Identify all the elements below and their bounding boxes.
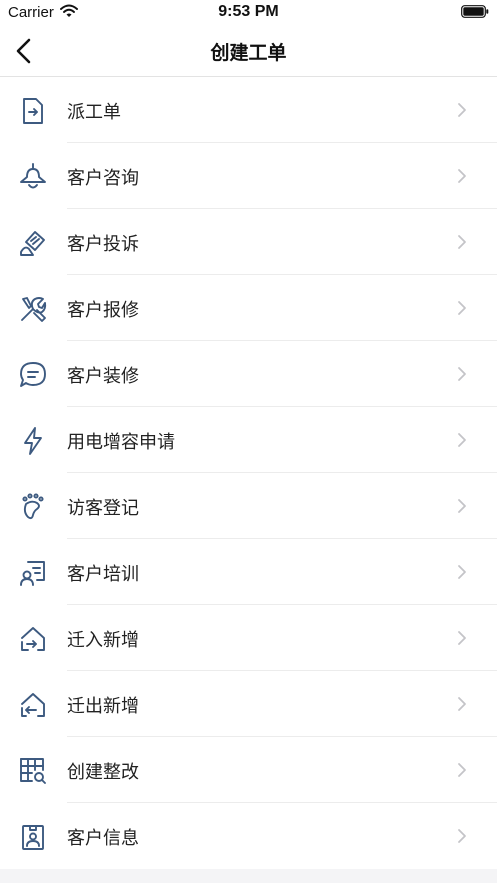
menu-item-label: 客户投诉 [67, 234, 139, 255]
battery-icon [461, 5, 489, 18]
chevron-right-icon [458, 235, 466, 249]
chevron-right-icon [458, 565, 466, 579]
grid-search-icon [20, 758, 46, 784]
chevron-right-icon [458, 367, 466, 381]
menu-item-customer-complaint[interactable]: 客户投诉 [0, 209, 497, 275]
file-arrow-icon [23, 98, 43, 124]
menu-item-label: 客户培训 [67, 564, 139, 585]
menu-item-visitor-registration[interactable]: 访客登记 [0, 473, 497, 539]
chevron-right-icon [458, 829, 466, 843]
menu-item-label: 客户咨询 [67, 168, 139, 189]
work-order-menu: 派工单 客户咨询 客户投诉 客户报修 客户装修 用电增容申请 访客登记 客户培训… [0, 77, 497, 869]
training-icon [20, 561, 45, 586]
menu-item-move-out[interactable]: 迁出新增 [0, 671, 497, 737]
menu-item-customer-info[interactable]: 客户信息 [0, 803, 497, 869]
complaint-icon [20, 231, 45, 256]
status-time: 9:53 PM [218, 3, 279, 20]
badge-icon [22, 825, 44, 850]
status-bar: Carrier 9:53 PM [0, 0, 497, 26]
bell-icon [20, 163, 46, 189]
chevron-right-icon [458, 763, 466, 777]
menu-item-label: 访客登记 [67, 498, 139, 519]
menu-item-label: 派工单 [67, 102, 121, 123]
chevron-right-icon [458, 499, 466, 513]
move-in-icon [21, 627, 45, 651]
menu-item-dispatch-order[interactable]: 派工单 [0, 77, 497, 143]
chevron-right-icon [458, 301, 466, 315]
chevron-right-icon [458, 103, 466, 117]
menu-item-label: 创建整改 [67, 762, 139, 783]
chevron-right-icon [458, 433, 466, 447]
menu-item-label: 用电增容申请 [67, 432, 175, 453]
page-title: 创建工单 [210, 42, 287, 64]
menu-item-customer-training[interactable]: 客户培训 [0, 539, 497, 605]
menu-item-power-capacity[interactable]: 用电增容申请 [0, 407, 497, 473]
menu-item-label: 迁入新增 [67, 630, 139, 651]
chevron-right-icon [458, 169, 466, 183]
move-out-icon [21, 693, 45, 717]
lightning-icon [24, 427, 42, 455]
menu-item-label: 客户报修 [67, 300, 139, 321]
menu-item-label: 迁出新增 [67, 696, 139, 717]
menu-item-move-in[interactable]: 迁入新增 [0, 605, 497, 671]
menu-item-label: 客户装修 [67, 366, 139, 387]
tools-icon [21, 297, 47, 322]
chevron-right-icon [458, 697, 466, 711]
chat-icon [20, 362, 46, 387]
menu-item-label: 客户信息 [67, 828, 139, 849]
footprint-icon [22, 493, 44, 520]
menu-item-customer-repair[interactable]: 客户报修 [0, 275, 497, 341]
menu-item-customer-consult[interactable]: 客户咨询 [0, 143, 497, 209]
menu-item-customer-renovation[interactable]: 客户装修 [0, 341, 497, 407]
menu-item-create-rectification[interactable]: 创建整改 [0, 737, 497, 803]
chevron-right-icon [458, 631, 466, 645]
navigation-bar: 创建工单 [0, 26, 497, 77]
